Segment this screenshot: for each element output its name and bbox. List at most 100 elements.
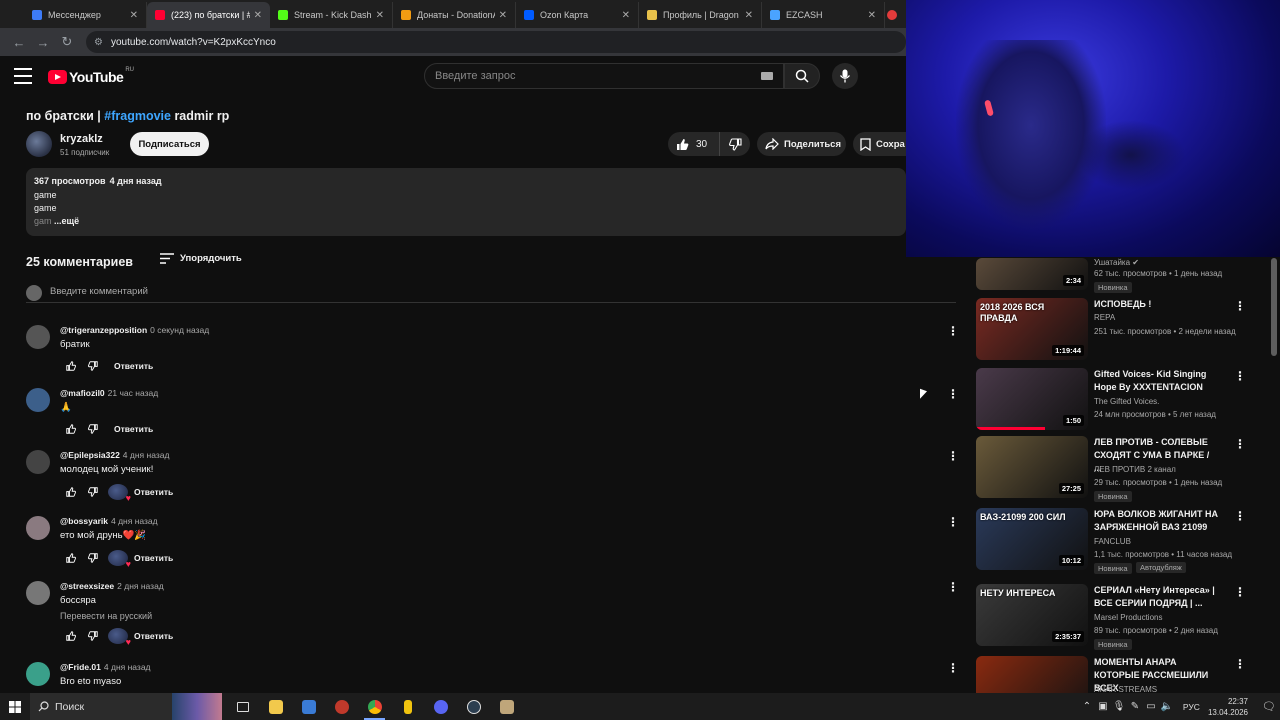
tab-close-icon[interactable]: ✕ <box>868 10 876 21</box>
chrome-icon[interactable] <box>358 693 391 720</box>
comment-dislike-button[interactable] <box>82 485 104 499</box>
browser-tab[interactable]: Stream - Kick Dashbo ✕ <box>270 2 393 28</box>
language-indicator[interactable]: РУС <box>1183 702 1200 712</box>
comment-time[interactable]: 4 дня назад <box>123 450 170 460</box>
comment-more-icon[interactable]: ⋮ <box>947 450 959 462</box>
comment-like-button[interactable] <box>60 359 82 373</box>
video-more-icon[interactable]: ⋮ <box>1234 586 1246 598</box>
save-button[interactable]: Сохра <box>853 132 906 156</box>
comment-reply-button[interactable]: Ответить <box>114 424 153 434</box>
voice-search-button[interactable] <box>832 63 858 89</box>
comment-reply-button[interactable]: Ответить <box>134 553 173 563</box>
video-title[interactable]: ИСПОВЕДЬ ! <box>1094 298 1218 311</box>
file-explorer-icon[interactable] <box>259 693 292 720</box>
video-channel[interactable]: Marsel Productions <box>1094 613 1162 622</box>
translate-link[interactable]: Перевести на русский <box>60 611 152 621</box>
volume-icon[interactable]: 🔈 <box>1159 701 1175 712</box>
site-info-icon[interactable]: ⚙ <box>94 37 103 48</box>
obs-icon[interactable] <box>457 693 490 720</box>
comment-dislike-button[interactable] <box>82 551 104 565</box>
video-thumbnail[interactable]: 1:50 <box>976 368 1088 430</box>
tab-close-icon[interactable]: ✕ <box>376 10 384 21</box>
browser-tab[interactable]: Ozon Карта ✕ <box>516 2 639 28</box>
video-channel[interactable]: Ушатайка ✔ <box>1094 258 1139 267</box>
video-thumbnail[interactable]: НЕТУ ИНТЕРЕСА 2:35:37 <box>976 584 1088 646</box>
comment-like-button[interactable] <box>60 551 82 565</box>
video-channel[interactable]: The Gifted Voices. <box>1094 397 1159 406</box>
forward-button[interactable]: → <box>32 31 54 53</box>
comment-more-icon[interactable]: ⋮ <box>947 516 959 528</box>
comment-like-button[interactable] <box>60 485 82 499</box>
tab-close-icon[interactable]: ✕ <box>254 10 262 21</box>
comment-time[interactable]: 0 секунд назад <box>150 325 209 335</box>
task-view-icon[interactable] <box>226 693 259 720</box>
browser-tab[interactable]: EZCASH ✕ <box>762 2 885 28</box>
browser-tab[interactable]: (223) по братски | #fr ✕ <box>147 2 270 28</box>
comment-avatar[interactable] <box>26 662 50 686</box>
comment-time[interactable]: 2 дня назад <box>117 581 164 591</box>
video-more-icon[interactable]: ⋮ <box>1234 510 1246 522</box>
comment-author[interactable]: @streexsizee <box>60 581 114 591</box>
browser-tab[interactable]: Профиль | Dragon M ✕ <box>639 2 762 28</box>
comment-more-icon[interactable]: ⋮ <box>947 662 959 674</box>
clock[interactable]: 22:37 13.04.2026 <box>1208 696 1248 718</box>
video-title[interactable]: Gifted Voices- Kid Singing Hope By XXXTE… <box>1094 368 1218 394</box>
comment-time[interactable]: 21 час назад <box>108 388 159 398</box>
video-channel[interactable]: ЛЕВ ПРОТИВ 2 канал <box>1094 465 1176 474</box>
comment-avatar[interactable] <box>26 516 50 540</box>
tab-close-icon[interactable]: ✕ <box>499 10 507 21</box>
video-more-icon[interactable]: ⋮ <box>1234 370 1246 382</box>
keyboard-icon[interactable] <box>761 72 773 80</box>
video-thumbnail[interactable]: 2:34 <box>976 258 1088 290</box>
comment-author[interactable]: @bossyarik <box>60 516 108 526</box>
comment-more-icon[interactable]: ⋮ <box>947 581 959 593</box>
channel-avatar[interactable] <box>26 131 52 157</box>
search-input[interactable]: Введите запрос <box>424 63 784 89</box>
video-more-icon[interactable]: ⋮ <box>1234 658 1246 670</box>
video-description[interactable]: 367 просмотров 4 дня назад game game gam … <box>26 168 906 236</box>
store-icon[interactable] <box>292 693 325 720</box>
tab-close-icon[interactable]: ✕ <box>130 10 138 21</box>
comment-like-button[interactable] <box>60 629 82 643</box>
comment-dislike-button[interactable] <box>82 629 104 643</box>
comment-reply-button[interactable]: Ответить <box>134 631 173 641</box>
comment-like-button[interactable] <box>60 422 82 436</box>
video-title-hashtag[interactable]: #fragmovie <box>104 109 171 123</box>
address-bar[interactable]: ⚙ youtube.com/watch?v=K2pxKccYnco <box>86 31 906 53</box>
guide-menu-icon[interactable] <box>14 68 32 84</box>
app-yellow-icon[interactable] <box>391 693 424 720</box>
sidebar-scrollbar[interactable] <box>1271 258 1277 356</box>
network-icon[interactable]: ▭ <box>1143 701 1159 712</box>
back-button[interactable]: ← <box>8 31 30 53</box>
notifications-icon[interactable]: 🗨 <box>1258 693 1280 720</box>
comment-more-icon[interactable]: ⋮ <box>947 325 959 337</box>
pen-tray-icon[interactable]: ✎ <box>1127 701 1143 712</box>
reload-button[interactable]: ↻ <box>56 31 78 53</box>
video-thumbnail[interactable]: 27:25 <box>976 436 1088 498</box>
comment-avatar[interactable] <box>26 450 50 474</box>
comment-author[interactable]: @mafiozil0 <box>60 388 105 398</box>
video-thumbnail[interactable]: 2018 2026 ВСЯ ПРАВДА 1:19:44 <box>976 298 1088 360</box>
discord-icon[interactable] <box>424 693 457 720</box>
steelseries-icon[interactable] <box>325 693 358 720</box>
video-title[interactable]: ЮРА ВОЛКОВ ЖИГАНИТ НА ЗАРЯЖЕННОЙ ВАЗ 210… <box>1094 508 1218 534</box>
tray-app-icon[interactable]: ▣ <box>1095 701 1111 712</box>
dislike-button[interactable] <box>720 137 750 151</box>
comment-reply-button[interactable]: Ответить <box>114 361 153 371</box>
comment-author[interactable]: @Fride.01 <box>60 662 101 672</box>
tab-close-icon[interactable]: ✕ <box>745 10 753 21</box>
comment-avatar[interactable] <box>26 388 50 412</box>
start-button[interactable] <box>0 693 30 720</box>
comment-time[interactable]: 4 дня назад <box>104 662 151 672</box>
comment-reply-button[interactable]: Ответить <box>134 487 173 497</box>
comment-dislike-button[interactable] <box>82 422 104 436</box>
browser-tab-pinned[interactable] <box>885 2 899 28</box>
add-comment-field[interactable]: Введите комментарий <box>26 285 956 303</box>
microphone-tray-icon[interactable]: 🎙 <box>1111 701 1127 712</box>
video-more-icon[interactable]: ⋮ <box>1234 438 1246 450</box>
comment-author[interactable]: @Epilepsia322 <box>60 450 120 460</box>
comment-avatar[interactable] <box>26 325 50 349</box>
tray-overflow-icon[interactable]: ⌃ <box>1079 701 1095 712</box>
comment-more-icon[interactable]: ⋮ <box>947 388 959 400</box>
video-channel[interactable]: FANCLUB <box>1094 537 1131 546</box>
